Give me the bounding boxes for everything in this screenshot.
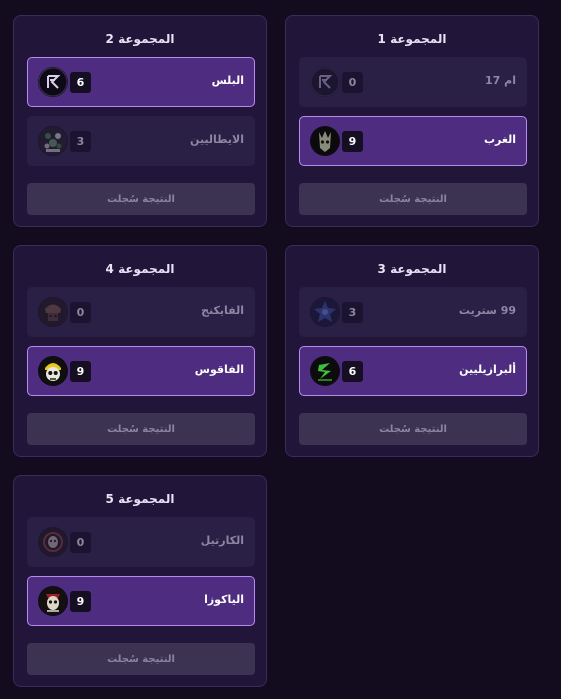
score-badge: 9 xyxy=(70,591,91,612)
skull-logo-icon xyxy=(310,126,340,156)
team-row[interactable]: 3 99 ستريت xyxy=(299,287,527,337)
yellow-skull-logo-icon xyxy=(38,356,68,386)
rh-logo-icon xyxy=(38,67,68,97)
team-name: ام 17 xyxy=(485,74,516,87)
score-badge: 3 xyxy=(70,131,91,152)
team-name: الغرب xyxy=(483,133,516,146)
result-recorded-button[interactable]: النتيجة سُجلت xyxy=(299,183,527,215)
score-badge: 0 xyxy=(70,302,91,323)
team-row-winner[interactable]: 6 ألبرازيليين xyxy=(299,346,527,396)
team-row-winner[interactable]: 9 الياكوزا xyxy=(27,576,255,626)
group-title: المجموعة 2 xyxy=(105,32,175,46)
group-title: المجموعة 3 xyxy=(377,262,447,276)
team-name: ألبرازيليين xyxy=(459,363,516,376)
blue-logo-icon xyxy=(310,297,340,327)
group-card-2: المجموعة 2 6 البلس 3 الايطاليين النتيجة … xyxy=(13,15,267,227)
cartel-logo-icon xyxy=(38,527,68,557)
team-row[interactable]: 0 الكارتيل xyxy=(27,517,255,567)
score-badge: 9 xyxy=(342,131,363,152)
group-title: المجموعة 4 xyxy=(105,262,175,276)
team-row[interactable]: 0 ام 17 xyxy=(299,57,527,107)
team-row-winner[interactable]: 6 البلس xyxy=(27,57,255,107)
team-name: الايطاليين xyxy=(190,133,244,146)
result-recorded-button[interactable]: النتيجة سُجلت xyxy=(27,413,255,445)
team-row-winner[interactable]: 9 الفاقوس xyxy=(27,346,255,396)
green-logo-icon xyxy=(310,356,340,386)
italian-logo-icon xyxy=(38,126,68,156)
score-badge: 3 xyxy=(342,302,363,323)
score-badge: 0 xyxy=(70,532,91,553)
team-name: الياكوزا xyxy=(204,593,244,606)
group-card-3: المجموعة 3 3 99 ستريت 6 ألبرازيليين النت… xyxy=(285,245,539,457)
score-badge: 9 xyxy=(70,361,91,382)
team-name: الكارتيل xyxy=(200,534,244,547)
team-row[interactable]: 0 الفايكنج xyxy=(27,287,255,337)
team-row-winner[interactable]: 9 الغرب xyxy=(299,116,527,166)
viking-logo-icon xyxy=(38,297,68,327)
result-recorded-button[interactable]: النتيجة سُجلت xyxy=(27,183,255,215)
group-card-1: المجموعة 1 0 ام 17 9 الغرب النتيجة سُجلت xyxy=(285,15,539,227)
group-card-4: المجموعة 4 0 الفايكنج 9 الفاقوس النتيجة … xyxy=(13,245,267,457)
yakuza-logo-icon xyxy=(38,586,68,616)
group-title: المجموعة 1 xyxy=(377,32,447,46)
team-row[interactable]: 3 الايطاليين xyxy=(27,116,255,166)
team-name: البلس xyxy=(211,74,244,87)
score-badge: 0 xyxy=(342,72,363,93)
team-name: 99 ستريت xyxy=(458,304,516,317)
group-card-5: المجموعة 5 0 الكارتيل 9 الياكوزا النتيجة… xyxy=(13,475,267,687)
group-title: المجموعة 5 xyxy=(105,492,175,506)
rh-logo-icon xyxy=(310,67,340,97)
team-name: الفاقوس xyxy=(194,363,244,376)
score-badge: 6 xyxy=(70,72,91,93)
team-name: الفايكنج xyxy=(201,304,244,317)
score-badge: 6 xyxy=(342,361,363,382)
result-recorded-button[interactable]: النتيجة سُجلت xyxy=(27,643,255,675)
result-recorded-button[interactable]: النتيجة سُجلت xyxy=(299,413,527,445)
